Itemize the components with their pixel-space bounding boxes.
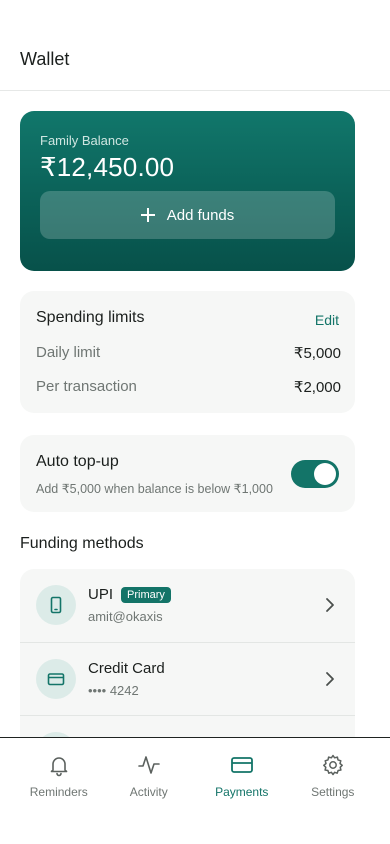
method-detail: •••• 4242: [88, 683, 139, 698]
spending-limits-title: Spending limits: [36, 309, 145, 326]
auto-topup-title: Auto top-up: [36, 453, 119, 470]
tab-label: Payments: [215, 785, 269, 799]
auto-topup-card: Auto top-up Add ₹5,000 when balance is b…: [20, 435, 355, 512]
tab-label: Settings: [311, 785, 355, 799]
chevron-right-icon: [326, 598, 334, 612]
daily-limit-row: Daily limit ₹5,000: [36, 344, 341, 362]
add-funds-label: Add funds: [166, 206, 235, 224]
funding-method-upi[interactable]: UPI Primary amit@okaxis: [20, 569, 355, 642]
content-scroll[interactable]: Family Balance ₹12,450.00 Add funds Spen…: [0, 91, 390, 737]
funding-methods-list: UPI Primary amit@okaxis Credit Card ••••…: [20, 569, 355, 737]
tab-reminders[interactable]: Reminders: [10, 738, 108, 808]
funding-method-partial[interactable]: [20, 715, 355, 737]
auto-topup-toggle[interactable]: [291, 460, 339, 488]
tab-payments[interactable]: Payments: [193, 738, 291, 808]
funding-methods-title: Funding methods: [20, 535, 144, 552]
page-title: Wallet: [20, 49, 70, 69]
tab-settings[interactable]: Settings: [284, 738, 382, 808]
funding-method-credit-card[interactable]: Credit Card •••• 4242: [20, 642, 355, 715]
limit-label: Per transaction: [36, 378, 137, 395]
primary-badge: Primary: [121, 586, 171, 603]
balance-amount: ₹12,450.00: [40, 152, 175, 182]
bottom-tab-bar: Reminders Activity Payments Settings: [0, 737, 390, 844]
method-name-row: UPI Primary: [88, 586, 171, 603]
credit-card-icon: [36, 659, 76, 699]
method-name: Credit Card: [88, 660, 165, 677]
wallet-screen: Wallet Family Balance ₹12,450.00 Add fun…: [0, 0, 390, 844]
balance-label: Family Balance: [40, 133, 129, 148]
limit-value: ₹2,000: [293, 379, 341, 396]
per-transaction-row: Per transaction ₹2,000: [36, 378, 341, 396]
activity-icon: [137, 756, 160, 774]
edit-limits-link[interactable]: Edit: [315, 312, 339, 328]
add-funds-button[interactable]: Add funds: [40, 191, 335, 239]
credit-card-icon: [230, 757, 253, 773]
limit-value: ₹5,000: [293, 345, 341, 362]
method-detail: amit@okaxis: [88, 609, 163, 624]
phone-icon: [36, 585, 76, 625]
balance-card: Family Balance ₹12,450.00 Add funds: [20, 111, 355, 271]
tab-label: Activity: [129, 785, 168, 799]
chevron-right-icon: [326, 672, 334, 686]
method-name: UPI: [88, 586, 114, 603]
auto-topup-description: Add ₹5,000 when balance is below ₹1,000: [36, 482, 273, 496]
app-header: Wallet: [0, 0, 390, 91]
limit-label: Daily limit: [36, 344, 101, 361]
bell-icon: [50, 757, 68, 777]
plus-icon: [140, 208, 155, 222]
gear-icon: [322, 754, 343, 776]
toggle-knob: [314, 463, 336, 485]
tab-label: Reminders: [29, 785, 88, 799]
method-name-row: Credit Card: [88, 660, 165, 677]
spending-limits-card: Spending limits Edit Daily limit ₹5,000 …: [20, 291, 355, 413]
tab-activity[interactable]: Activity: [100, 738, 198, 808]
